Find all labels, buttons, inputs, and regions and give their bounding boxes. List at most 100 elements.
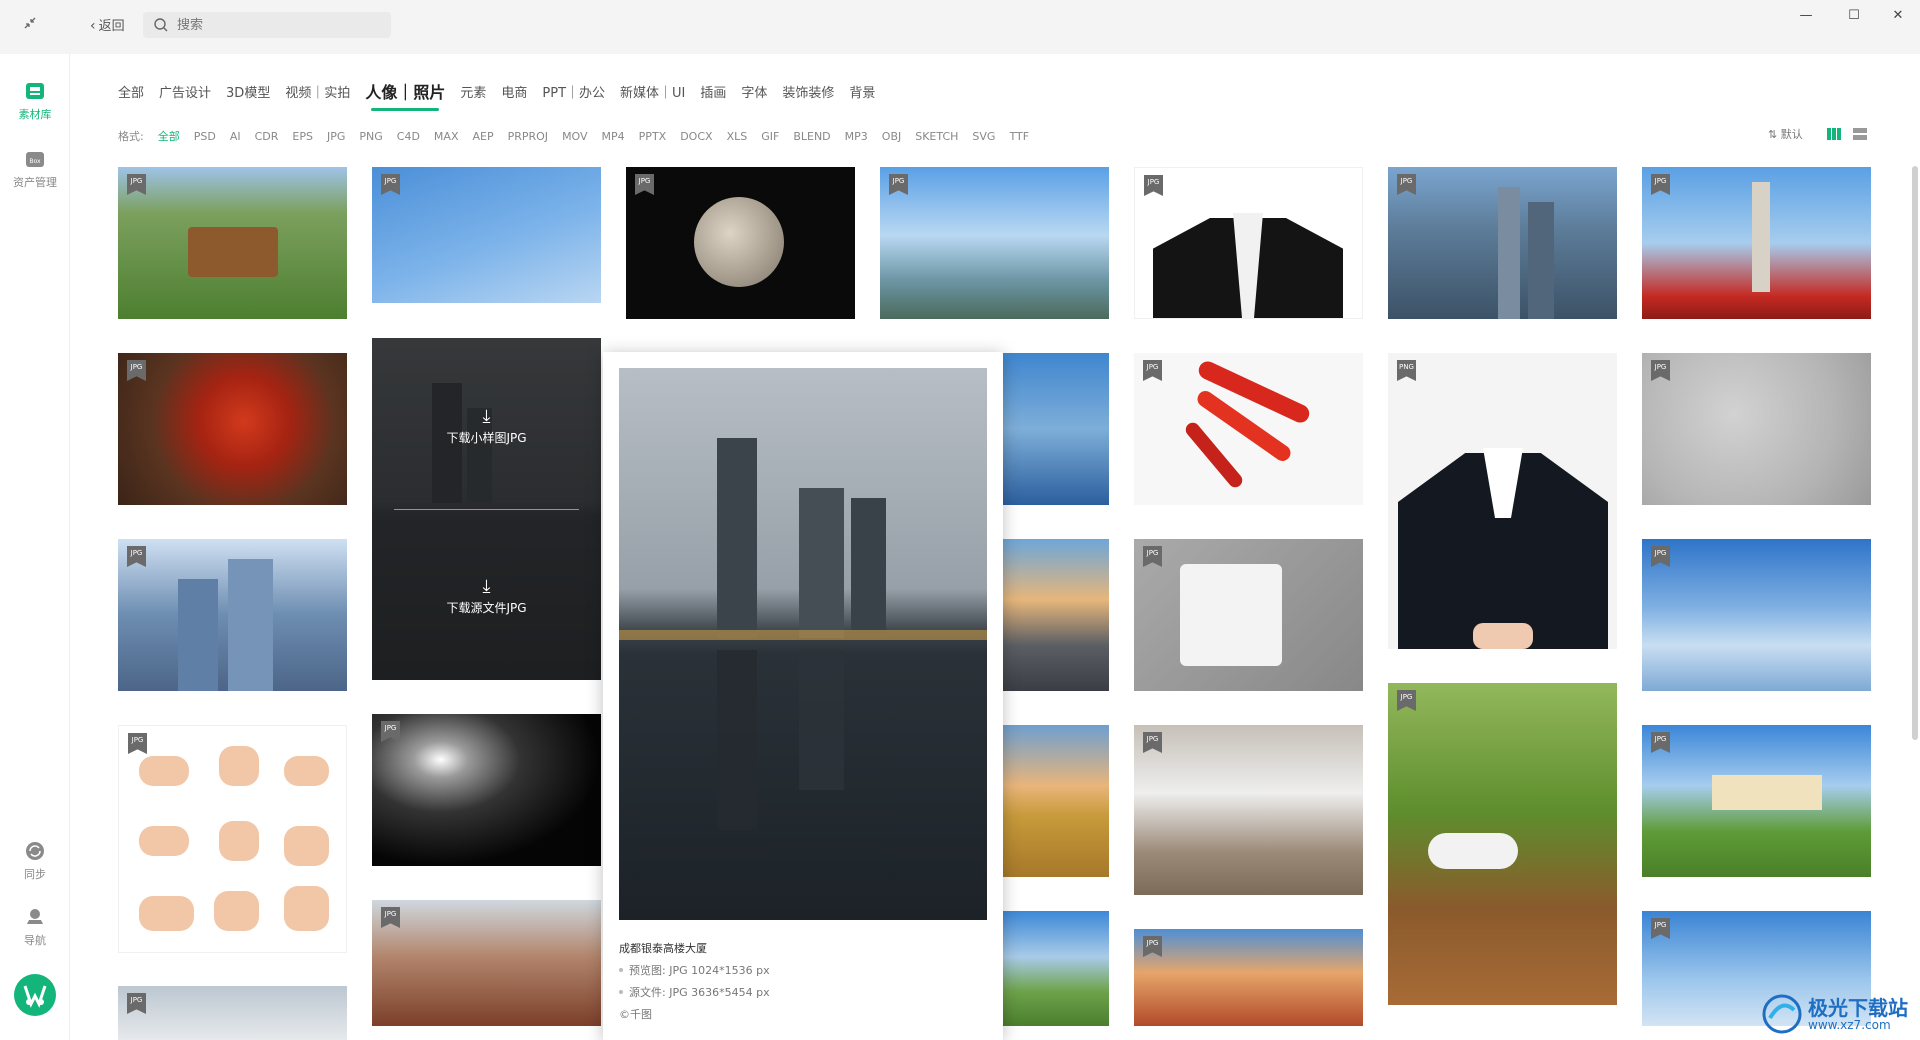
tab-elements[interactable]: 元素	[460, 82, 486, 101]
image-card[interactable]: JPG	[1642, 167, 1871, 319]
image-card[interactable]: JPG	[118, 353, 347, 505]
image-card[interactable]: JPG	[1134, 725, 1363, 895]
tab-ppt-office[interactable]: PPT｜办公	[542, 82, 605, 101]
tab-portrait-photo[interactable]: 人像｜照片	[365, 79, 445, 111]
grid-view-icon[interactable]	[1826, 127, 1842, 141]
format-tag: JPG	[1397, 690, 1416, 711]
download-preview-button[interactable]: ⤓ 下载小样图JPG	[372, 406, 601, 446]
image-card[interactable]: JPG	[1134, 539, 1363, 691]
scrollbar[interactable]	[1912, 166, 1918, 740]
box-icon: Box	[26, 152, 44, 167]
image-card[interactable]: JPG	[118, 986, 347, 1040]
preview-image	[619, 368, 987, 920]
format-option[interactable]: SKETCH	[915, 130, 958, 143]
back-label: 返回	[98, 19, 125, 34]
format-option[interactable]: MOV	[562, 130, 587, 143]
format-option[interactable]: AI	[230, 130, 241, 143]
image-card[interactable]: JPG	[118, 725, 347, 953]
collapse-icon[interactable]	[18, 14, 42, 38]
image-card[interactable]: JPG	[1388, 683, 1617, 1005]
format-option[interactable]: AEP	[472, 130, 493, 143]
tab-ecommerce[interactable]: 电商	[501, 82, 527, 101]
format-option[interactable]: GIF	[761, 130, 779, 143]
sidebar-item-assets[interactable]: Box 资产管理	[0, 148, 70, 190]
image-card[interactable]	[1003, 539, 1109, 691]
format-option[interactable]: SVG	[972, 130, 995, 143]
tab-background[interactable]: 背景	[849, 82, 875, 101]
format-option[interactable]: PSD	[194, 130, 216, 143]
tab-fonts[interactable]: 字体	[741, 82, 767, 101]
tab-video[interactable]: 视频｜实拍	[285, 82, 350, 101]
image-card[interactable]: JPG	[118, 539, 347, 691]
format-option[interactable]: BLEND	[793, 130, 830, 143]
image-card[interactable]: JPG	[1642, 725, 1871, 877]
category-tabs: 全部 广告设计 3D模型 视频｜实拍 人像｜照片 元素 电商 PPT｜办公 新媒…	[118, 78, 890, 111]
format-option[interactable]: DOCX	[680, 130, 712, 143]
format-option[interactable]: MP4	[602, 130, 625, 143]
download-source-button[interactable]: ⤓ 下载源文件JPG	[372, 576, 601, 616]
image-card[interactable]: JPG	[1388, 167, 1617, 319]
sort-dropdown[interactable]: ⇅ 默认	[1768, 126, 1803, 142]
sidebar-item-sync[interactable]: 同步	[0, 840, 70, 882]
format-option[interactable]: C4D	[397, 130, 420, 143]
title-bar: ‹返回 — ☐ ✕	[0, 0, 1920, 54]
search-input[interactable]	[177, 12, 377, 38]
format-tag: JPG	[381, 721, 400, 742]
image-card[interactable]: JPG	[880, 167, 1109, 319]
list-view-icon[interactable]	[1852, 127, 1868, 141]
format-tag: JPG	[1143, 546, 1162, 567]
image-card[interactable]: PNG	[1388, 353, 1617, 649]
sidebar-item-navigation[interactable]: 导航	[0, 906, 70, 948]
tab-decoration[interactable]: 装饰装修	[782, 82, 834, 101]
format-option[interactable]: JPG	[327, 130, 345, 143]
search-box[interactable]	[143, 12, 391, 38]
format-tag: JPG	[127, 993, 146, 1014]
sidebar-item-library[interactable]: 素材库	[0, 80, 70, 122]
avatar[interactable]	[14, 974, 56, 1016]
image-card[interactable]: JPG	[1134, 929, 1363, 1026]
format-tag: JPG	[1651, 918, 1670, 939]
format-label: 格式:	[118, 130, 144, 143]
format-option[interactable]: OBJ	[882, 130, 901, 143]
image-card[interactable]: JPG	[118, 167, 347, 319]
format-option[interactable]: MP3	[845, 130, 868, 143]
tab-all[interactable]: 全部	[118, 82, 144, 101]
back-button[interactable]: ‹ 返回	[90, 14, 125, 38]
format-option[interactable]: PNG	[359, 130, 382, 143]
maximize-icon[interactable]: ☐	[1834, 4, 1874, 28]
copyright-text: ©千图	[619, 1008, 652, 1021]
minimize-icon[interactable]: —	[1786, 4, 1826, 28]
image-card[interactable]: JPG	[372, 900, 601, 1026]
format-option[interactable]: PPTX	[639, 130, 667, 143]
image-card[interactable]: JPG	[372, 714, 601, 866]
image-card[interactable]: JPG	[1134, 353, 1363, 505]
format-tag: JPG	[1651, 174, 1670, 195]
image-card[interactable]	[1003, 725, 1109, 877]
image-card[interactable]: JPG	[372, 167, 601, 303]
format-option[interactable]: TTF	[1009, 130, 1029, 143]
format-option[interactable]: 全部	[158, 128, 180, 144]
image-card[interactable]: JPG	[1134, 167, 1363, 319]
tab-illustration[interactable]: 插画	[700, 82, 726, 101]
image-card[interactable]	[1003, 353, 1109, 505]
watermark: 极光下载站 www.xz7.com	[1760, 990, 1920, 1040]
format-option[interactable]: XLS	[727, 130, 748, 143]
tab-new-media-ui[interactable]: 新媒体｜UI	[620, 82, 685, 101]
tab-ad-design[interactable]: 广告设计	[159, 82, 211, 101]
tab-3d-model[interactable]: 3D模型	[226, 82, 270, 101]
format-tag: JPG	[1144, 175, 1163, 196]
image-card[interactable]	[1003, 911, 1109, 1026]
format-tag: JPG	[127, 360, 146, 381]
image-card[interactable]: JPG	[1642, 539, 1871, 691]
format-tag: JPG	[1651, 360, 1670, 381]
divider	[394, 509, 579, 510]
format-option[interactable]: MAX	[434, 130, 459, 143]
format-option[interactable]: PRPROJ	[508, 130, 548, 143]
image-card[interactable]: JPG	[626, 167, 855, 319]
image-card[interactable]: JPG	[1642, 353, 1871, 505]
preview-size-info: 预览图: JPG 1024*1536 px	[619, 962, 770, 978]
format-option[interactable]: EPS	[292, 130, 313, 143]
image-card-hovered[interactable]: ⤓ 下载小样图JPG ⤓ 下载源文件JPG	[372, 338, 601, 680]
format-option[interactable]: CDR	[255, 130, 279, 143]
close-icon[interactable]: ✕	[1878, 4, 1918, 28]
